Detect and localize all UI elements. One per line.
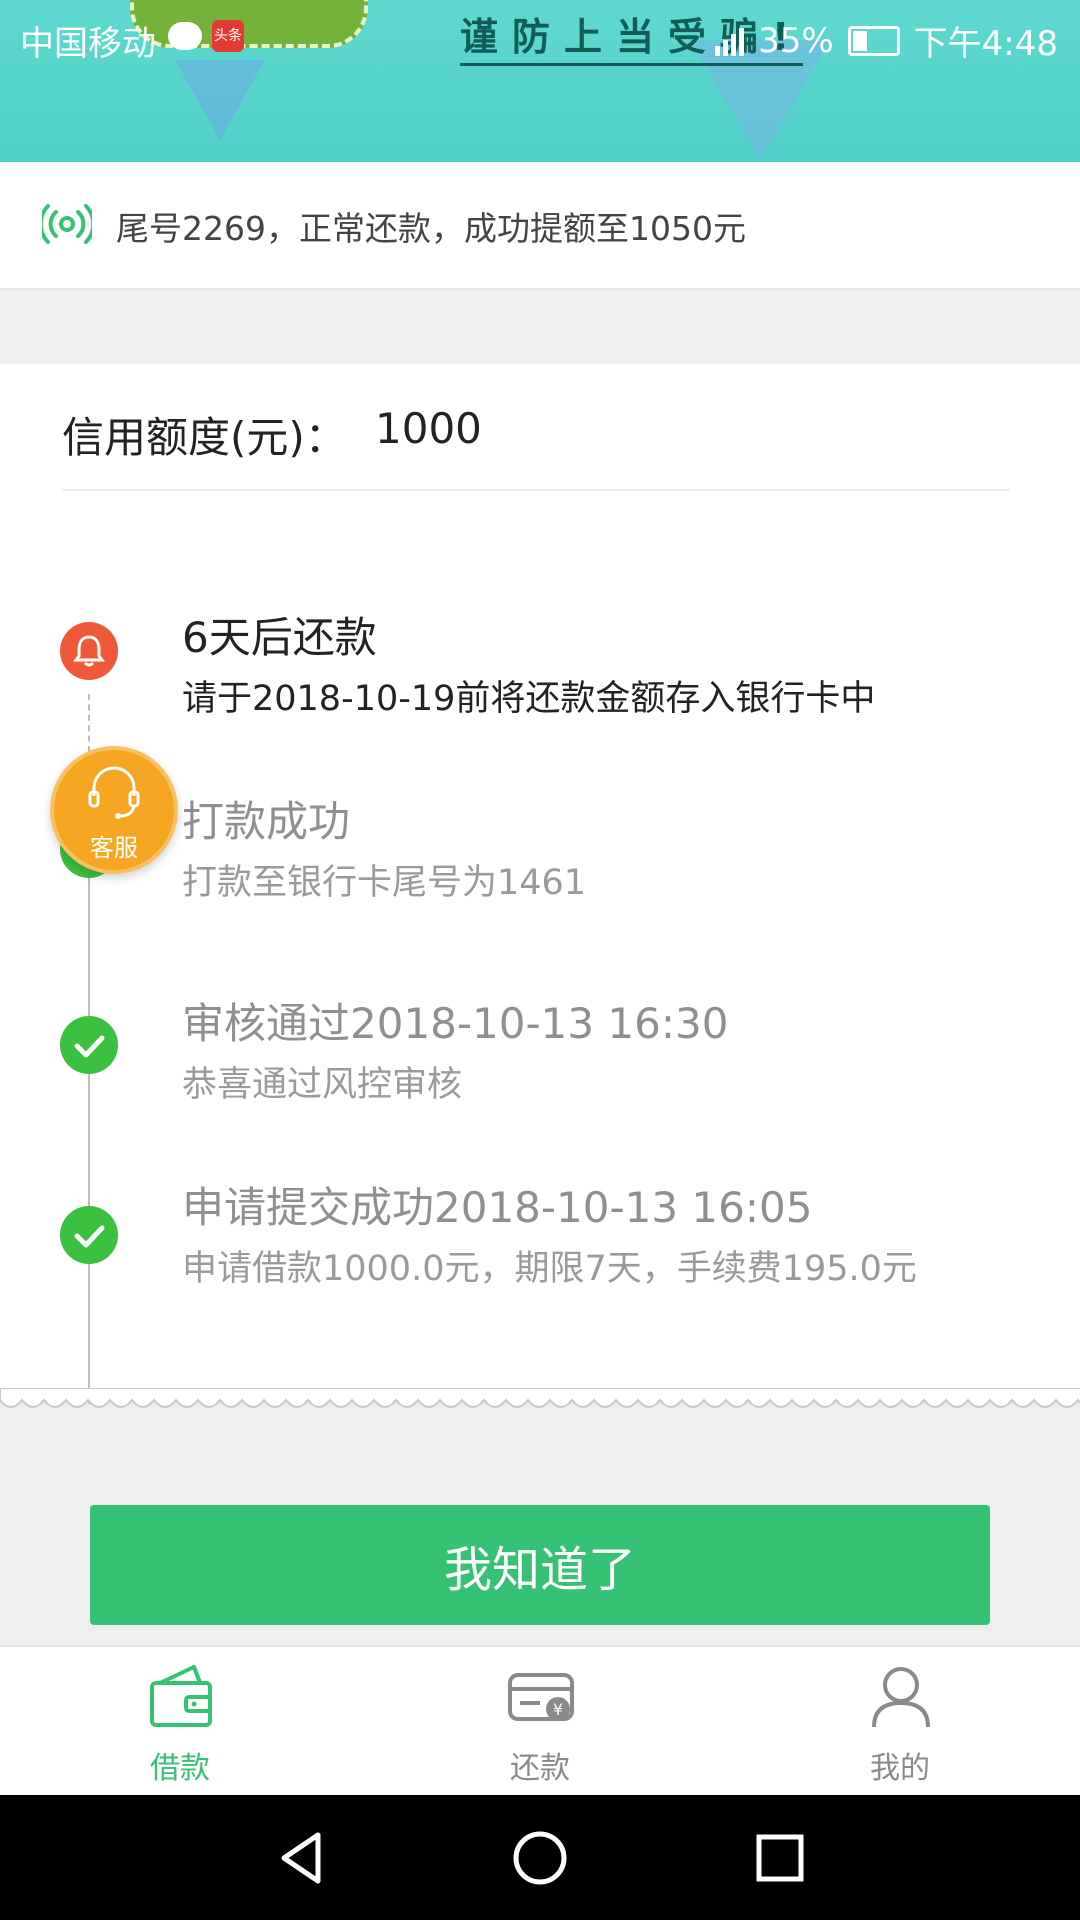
- tab-borrow[interactable]: 借款: [80, 1647, 280, 1797]
- got-it-button[interactable]: 我知道了: [90, 1505, 990, 1625]
- check-icon: [60, 1206, 118, 1264]
- check-icon: [60, 1016, 118, 1074]
- signal-icon: [715, 26, 745, 56]
- tab-label: 我的: [870, 1751, 930, 1786]
- timeline-step-desc: 打款至银行卡尾号为1461: [182, 863, 587, 903]
- battery-icon: [847, 25, 900, 56]
- system-nav-bar: [0, 1795, 1080, 1920]
- credit-limit-label: 信用额度(元)：: [62, 413, 347, 462]
- timeline-step-desc: 恭喜通过风控审核: [182, 1065, 463, 1105]
- news-app-icon: 头条: [212, 20, 244, 52]
- card-yen-icon: ¥: [508, 1673, 574, 1721]
- ticket-edge: [0, 1388, 1080, 1408]
- timeline-connector: [88, 804, 90, 1404]
- clock: 下午4:48: [913, 24, 1058, 64]
- home-icon[interactable]: [505, 1823, 575, 1893]
- broadcast-icon: [42, 204, 92, 244]
- timeline-step-title: 6天后还款: [182, 613, 377, 662]
- timeline-step-title: 审核通过2018-10-13 16:30: [182, 999, 729, 1048]
- message-icon: [168, 22, 202, 50]
- svg-text:¥: ¥: [553, 1700, 563, 1719]
- status-right: 35% 下午4:48: [715, 16, 1058, 65]
- customer-service-label: 客服: [90, 834, 138, 862]
- tab-label: 借款: [150, 1751, 210, 1786]
- status-bar: 中国移动 头条 35% 下午4:48: [0, 0, 1080, 74]
- loan-status-card: 信用额度(元)： 1000 6天后还款 请于2018-10-19前将还款金额存入…: [0, 364, 1080, 1404]
- timeline-step-title: 申请提交成功2018-10-13 16:05: [182, 1183, 813, 1232]
- tab-mine[interactable]: 我的: [800, 1647, 1000, 1797]
- bottom-tab-bar: 借款 ¥ 还款 我的: [0, 1645, 1080, 1797]
- timeline-step-desc: 请于2018-10-19前将还款金额存入银行卡中: [182, 679, 876, 719]
- user-icon: [872, 1667, 930, 1728]
- recents-icon[interactable]: [745, 1823, 815, 1893]
- carrier-name: 中国移动: [20, 24, 156, 64]
- headset-icon: [88, 766, 140, 819]
- customer-service-button[interactable]: 客服: [50, 746, 178, 874]
- notice-bar[interactable]: 尾号2269，正常还款，成功提额至1050元: [0, 162, 1080, 290]
- tab-label: 还款: [510, 1751, 570, 1786]
- credit-limit-value: 1000: [375, 404, 482, 453]
- bell-icon: [60, 622, 118, 680]
- divider: [62, 489, 1010, 491]
- timeline-step-title: 打款成功: [182, 797, 351, 846]
- battery-percent: 35%: [758, 20, 834, 61]
- back-icon[interactable]: [268, 1823, 338, 1893]
- timeline-step-desc: 申请借款1000.0元，期限7天，手续费195.0元: [182, 1249, 917, 1289]
- notice-text: 尾号2269，正常还款，成功提额至1050元: [116, 209, 746, 248]
- tab-repay[interactable]: ¥ 还款: [440, 1647, 640, 1797]
- wallet-icon: [150, 1665, 212, 1727]
